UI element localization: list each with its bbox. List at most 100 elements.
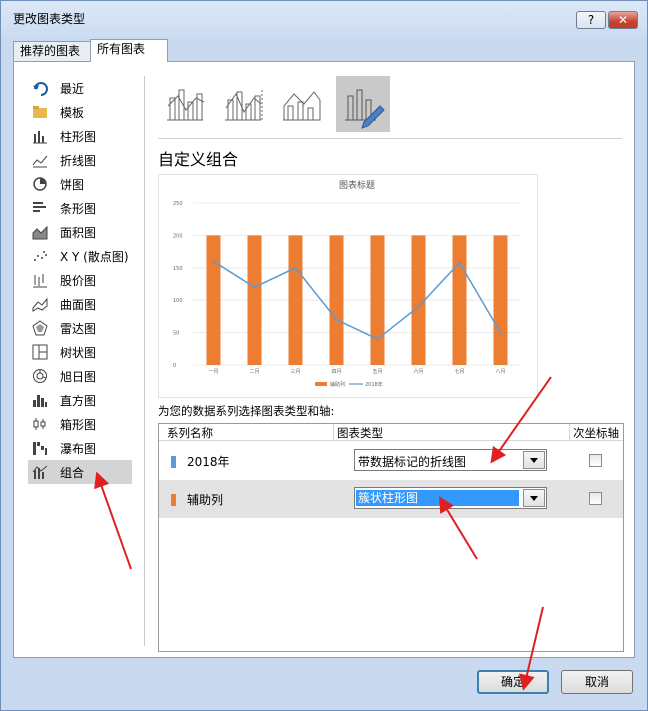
x-tick-label: 四月 xyxy=(331,369,341,375)
y-tick-label: 50 xyxy=(173,331,179,337)
chart-type-item[interactable]: 树状图 xyxy=(28,340,132,364)
chart-type-item[interactable]: 箱形图 xyxy=(28,412,132,436)
chart-type-value: 簇状柱形图 xyxy=(356,490,519,506)
chart-type-label: 曲面图 xyxy=(60,298,97,312)
line-point xyxy=(499,331,502,334)
chart-type-label: X Y (散点图) xyxy=(60,250,129,264)
series-row-helper: 辅助列 簇状柱形图 xyxy=(159,480,623,518)
box-chart-icon xyxy=(33,418,46,430)
preview-chart-svg: 图表标题 0 50 100 150 200 250 一月 二月 三月 四月 五月 六月 七月 八月辅助列 20… xyxy=(173,179,521,388)
line-point xyxy=(294,266,297,269)
chart-type-label: 饼图 xyxy=(60,178,85,192)
chart-type-item[interactable]: 饼图 xyxy=(28,172,132,196)
grid-header: 系列名称 图表类型 次坐标轴 xyxy=(159,424,623,441)
surface-chart-icon xyxy=(32,297,48,312)
header-secondary-axis: 次坐标轴 xyxy=(573,426,619,440)
combo-clustered-column-line-thumb[interactable] xyxy=(158,76,212,132)
chart-type-value: 带数据标记的折线图 xyxy=(358,455,467,469)
area-chart-icon xyxy=(32,225,48,240)
chart-type-item[interactable]: 模板 xyxy=(28,100,132,124)
line-point xyxy=(417,305,420,308)
histogram-chart-icon xyxy=(33,395,47,407)
chart-type-label: 雷达图 xyxy=(60,322,97,336)
column-chart-icon xyxy=(33,131,47,144)
secondary-axis-checkbox[interactable] xyxy=(589,492,602,505)
radar-chart-icon xyxy=(32,320,48,336)
bar-mark xyxy=(452,235,467,365)
series-prompt: 为您的数据系列选择图表类型和轴: xyxy=(158,404,335,418)
section-rule xyxy=(158,138,622,139)
bar-mark xyxy=(493,235,508,365)
secondary-axis-checkbox[interactable] xyxy=(589,454,602,467)
help-button[interactable]: ? xyxy=(576,11,606,29)
combo-area-column-icon xyxy=(283,91,321,121)
chart-title: 图表标题 xyxy=(339,179,375,191)
chart-type-item[interactable]: 雷达图 xyxy=(28,316,132,340)
chart-type-label: 折线图 xyxy=(60,154,97,168)
custom-combination-heading: 自定义组合 xyxy=(158,150,239,169)
chart-type-item[interactable]: 折线图 xyxy=(28,148,132,172)
chart-type-item[interactable]: 柱形图 xyxy=(28,124,132,148)
y-tick-label: 0 xyxy=(173,363,176,369)
scatter-chart-icon xyxy=(34,251,47,261)
chart-type-item[interactable]: 瀑布图 xyxy=(28,436,132,460)
line-point xyxy=(253,286,256,289)
legend-label: 2018年 xyxy=(365,381,383,388)
chart-type-item[interactable]: 股价图 xyxy=(28,268,132,292)
combo-area-column-thumb[interactable] xyxy=(274,76,328,132)
recent-icon xyxy=(33,82,48,96)
header-separator xyxy=(333,424,334,440)
bar-chart-icon xyxy=(33,202,46,212)
waterfall-chart-icon xyxy=(33,442,47,455)
chart-type-item[interactable]: 条形图 xyxy=(28,196,132,220)
header-series-name: 系列名称 xyxy=(167,426,213,440)
series-color-swatch xyxy=(171,456,176,468)
combo-column-line-secondary-thumb[interactable] xyxy=(216,76,270,132)
x-tick-label: 二月 xyxy=(249,369,259,375)
bar-mark xyxy=(206,235,221,365)
chart-type-item[interactable]: 组合 xyxy=(28,460,132,484)
combo-secondary-axis-icon xyxy=(225,90,263,121)
tab-panel: 最近模板柱形图折线图饼图条形图面积图 X Y (散点图) 股价图曲面图雷达图树状图旭… xyxy=(13,61,635,658)
chart-type-label: 柱形图 xyxy=(60,130,97,144)
series-name: 2018年 xyxy=(187,455,230,469)
y-tick-label: 200 xyxy=(173,233,183,239)
chart-type-item[interactable]: 直方图 xyxy=(28,388,132,412)
cancel-button[interactable]: 取消 xyxy=(561,670,633,694)
chart-type-dropdown[interactable]: 带数据标记的折线图 xyxy=(354,449,547,471)
x-tick-label: 八月 xyxy=(495,369,505,375)
chart-type-item[interactable]: X Y (散点图) xyxy=(28,244,132,268)
chevron-down-icon[interactable] xyxy=(523,451,545,469)
y-tick-label: 250 xyxy=(173,201,183,207)
chart-type-item[interactable]: 旭日图 xyxy=(28,364,132,388)
bar-mark xyxy=(370,235,385,365)
chevron-down-icon[interactable] xyxy=(523,489,545,507)
chart-preview: 图表标题 0 50 100 150 200 250 一月 二月 三月 四月 五月 六月 七月 八月 辅助列 20… xyxy=(158,174,538,398)
bar-mark xyxy=(411,235,426,365)
x-tick-label: 六月 xyxy=(413,368,423,375)
header-separator xyxy=(569,424,570,440)
combo-column-line-icon xyxy=(167,89,205,121)
chart-type-label: 组合 xyxy=(60,466,85,480)
header-chart-type: 图表类型 xyxy=(337,426,383,440)
custom-combo-pencil-icon xyxy=(345,89,385,129)
custom-combo-thumb[interactable] xyxy=(336,76,390,132)
ok-button[interactable]: 确定 xyxy=(477,670,549,694)
chart-type-label: 旭日图 xyxy=(60,370,97,384)
chart-type-label: 模板 xyxy=(60,106,85,120)
legend-label: 辅助列 xyxy=(330,381,345,388)
chart-type-dropdown[interactable]: 簇状柱形图 xyxy=(354,487,547,509)
tab-all-charts[interactable]: 所有图表 xyxy=(90,39,168,62)
change-chart-type-dialog: 更改图表类型 ? ✕ 推荐的图表 所有图表 最近 模板 柱形图 折线图 饼图 条形图 面积图… xyxy=(0,0,648,711)
chart-type-label: 条形图 xyxy=(60,202,97,216)
chart-type-label: 面积图 xyxy=(60,226,97,240)
chart-type-item[interactable]: 最近 xyxy=(28,76,132,100)
x-tick-label: 七月 xyxy=(454,368,464,375)
close-button[interactable]: ✕ xyxy=(608,11,638,29)
tab-recommended-charts[interactable]: 推荐的图表 xyxy=(13,41,99,61)
chart-type-label: 股价图 xyxy=(60,274,97,288)
chart-type-item[interactable]: 面积图 xyxy=(28,220,132,244)
y-tick-label: 150 xyxy=(173,266,183,272)
series-name: 辅助列 xyxy=(187,493,224,507)
chart-type-item[interactable]: 曲面图 xyxy=(28,292,132,316)
